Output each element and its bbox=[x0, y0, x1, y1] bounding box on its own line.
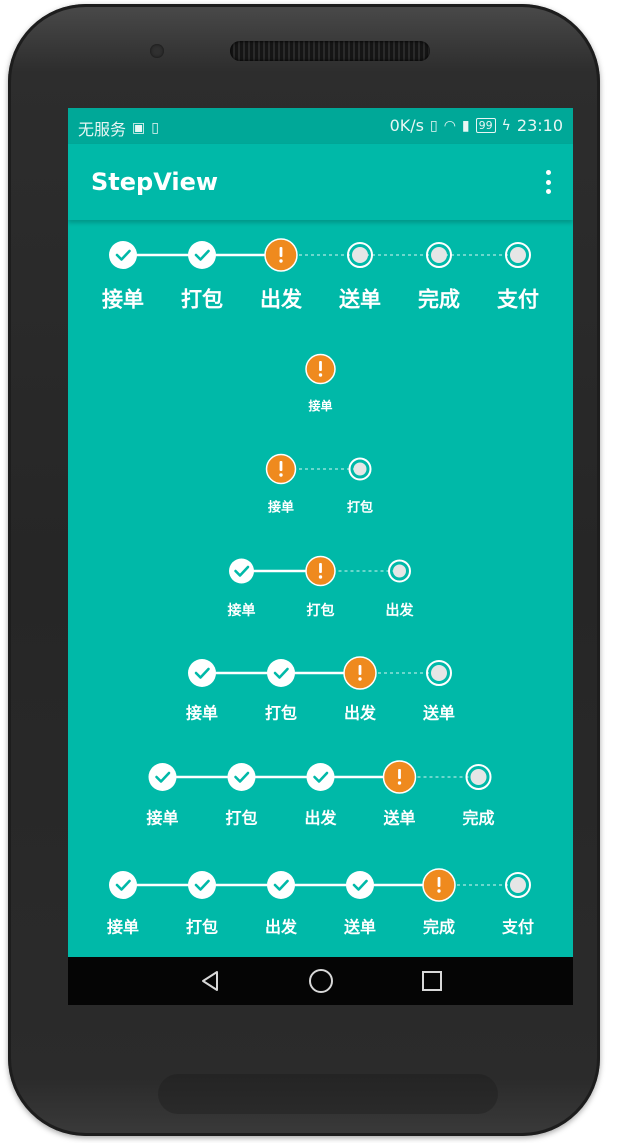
back-triangle-icon[interactable] bbox=[190, 957, 230, 1005]
step-label: 送单 bbox=[382, 809, 415, 828]
check-icon bbox=[267, 659, 295, 687]
check-icon bbox=[109, 871, 137, 899]
home-circle-icon[interactable] bbox=[301, 957, 341, 1005]
step-label: 接单 bbox=[186, 704, 218, 723]
step-label: 完成 bbox=[418, 287, 460, 311]
pending-dot bbox=[431, 665, 447, 681]
attention-mark bbox=[437, 877, 441, 887]
attention-dot bbox=[318, 373, 323, 377]
step-label: 支付 bbox=[501, 918, 534, 937]
attention-mark bbox=[319, 361, 322, 371]
pending-dot bbox=[353, 462, 367, 476]
attention-mark bbox=[279, 461, 283, 471]
attention-mark bbox=[319, 563, 322, 573]
recents-square-icon[interactable] bbox=[412, 957, 452, 1005]
attention-dot bbox=[358, 677, 362, 681]
step-label: 打包 bbox=[265, 704, 297, 723]
step-label: 出发 bbox=[386, 602, 415, 619]
step-label: 完成 bbox=[423, 918, 455, 937]
step-label: 出发 bbox=[304, 809, 337, 828]
attention-mark bbox=[398, 769, 401, 779]
step-label: 接单 bbox=[107, 918, 139, 937]
attention-mark bbox=[358, 665, 362, 675]
pending-dot bbox=[510, 877, 526, 893]
check-icon bbox=[188, 871, 216, 899]
step-label: 接单 bbox=[268, 500, 294, 516]
pending-dot bbox=[393, 564, 406, 578]
check-icon bbox=[109, 241, 137, 269]
step-label: 接单 bbox=[102, 287, 144, 311]
step-label: 接单 bbox=[146, 809, 178, 828]
attention-mark bbox=[279, 247, 283, 257]
step-label: 出发 bbox=[344, 704, 377, 723]
check-icon bbox=[227, 763, 256, 791]
step-label: 完成 bbox=[462, 809, 494, 828]
check-icon bbox=[306, 763, 335, 791]
step-label: 接单 bbox=[228, 602, 256, 619]
front-camera bbox=[150, 44, 164, 58]
check-icon bbox=[346, 871, 374, 899]
navigation-bar bbox=[68, 957, 573, 1005]
step-label: 打包 bbox=[181, 287, 223, 311]
attention-dot bbox=[279, 259, 283, 263]
step-label: 送单 bbox=[339, 287, 381, 311]
step-label: 打包 bbox=[186, 918, 218, 937]
step-label: 打包 bbox=[307, 602, 335, 619]
step-label: 支付 bbox=[497, 287, 539, 311]
pending-dot bbox=[431, 247, 447, 263]
pending-dot bbox=[352, 247, 368, 263]
attention-dot bbox=[318, 575, 323, 579]
check-icon bbox=[188, 659, 216, 687]
check-icon bbox=[188, 241, 216, 269]
earpiece-speaker bbox=[230, 41, 430, 61]
step-label: 出发 bbox=[260, 287, 303, 311]
attention-dot bbox=[279, 473, 283, 477]
step-label: 打包 bbox=[347, 500, 373, 516]
step-label: 送单 bbox=[422, 704, 455, 723]
bottom-speaker bbox=[158, 1074, 498, 1114]
step-label: 打包 bbox=[225, 809, 257, 828]
step-label: 接单 bbox=[308, 398, 332, 413]
check-icon bbox=[267, 871, 295, 899]
step-views: 接单 打包 出发 送单 完成 支付接单接单 打包接单 打包 出发接单 打包 出发 送单接单 打包 出发 送单… bbox=[102, 238, 539, 937]
check-icon bbox=[229, 558, 254, 584]
pending-dot bbox=[470, 769, 487, 785]
pending-dot bbox=[510, 247, 526, 263]
check-icon bbox=[148, 763, 177, 791]
step-label: 出发 bbox=[265, 918, 298, 937]
attention-dot bbox=[397, 781, 402, 785]
attention-dot bbox=[437, 889, 441, 893]
step-label: 送单 bbox=[343, 918, 376, 937]
